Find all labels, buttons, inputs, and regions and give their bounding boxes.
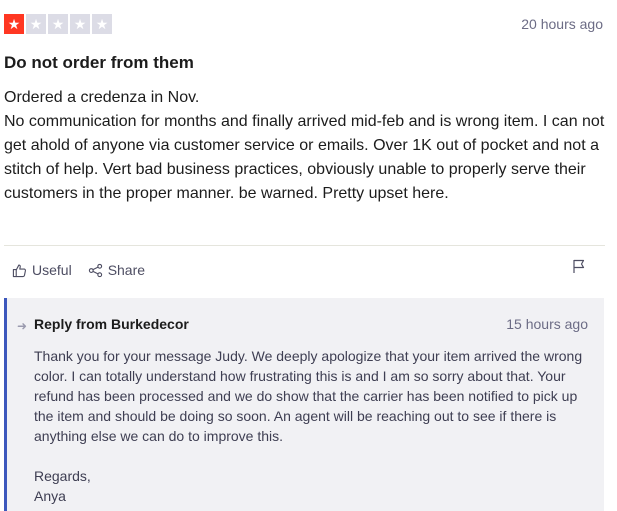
share-icon: [88, 263, 102, 277]
reply-paragraph: Thank you for your message Judy. We deep…: [34, 348, 583, 444]
star-icon: ★: [26, 14, 46, 34]
divider: [4, 245, 605, 246]
review-date: 20 hours ago: [521, 16, 603, 32]
review-body-line: No communication for months and finally …: [4, 113, 605, 202]
review-actions: Useful Share: [12, 262, 145, 278]
reply-signoff: Regards,: [34, 468, 91, 484]
company-reply: ➜ Reply from Burkedecor 15 hours ago Tha…: [4, 298, 604, 511]
share-button[interactable]: Share: [88, 262, 145, 278]
star-icon: ★: [92, 14, 112, 34]
review-body-line: Ordered a credenza in Nov.: [4, 89, 200, 106]
star-icon: ★: [48, 14, 68, 34]
reply-from: Reply from Burkedecor: [34, 316, 189, 332]
star-rating: ★ ★ ★ ★ ★: [4, 14, 112, 34]
star-icon: ★: [70, 14, 90, 34]
review-title: Do not order from them: [4, 53, 194, 72]
share-label: Share: [107, 262, 146, 278]
reply-body: Thank you for your message Judy. We deep…: [34, 346, 594, 506]
review-body: Ordered a credenza in Nov. No communicat…: [4, 86, 608, 206]
useful-button[interactable]: Useful: [12, 262, 72, 278]
reply-date: 15 hours ago: [506, 316, 588, 332]
reply-signature: Anya: [34, 488, 66, 504]
useful-label: Useful: [32, 262, 72, 278]
reply-arrow-icon: ➜: [17, 319, 28, 333]
thumbs-up-icon: [12, 264, 26, 277]
star-icon: ★: [4, 14, 24, 34]
flag-icon[interactable]: [571, 258, 587, 274]
